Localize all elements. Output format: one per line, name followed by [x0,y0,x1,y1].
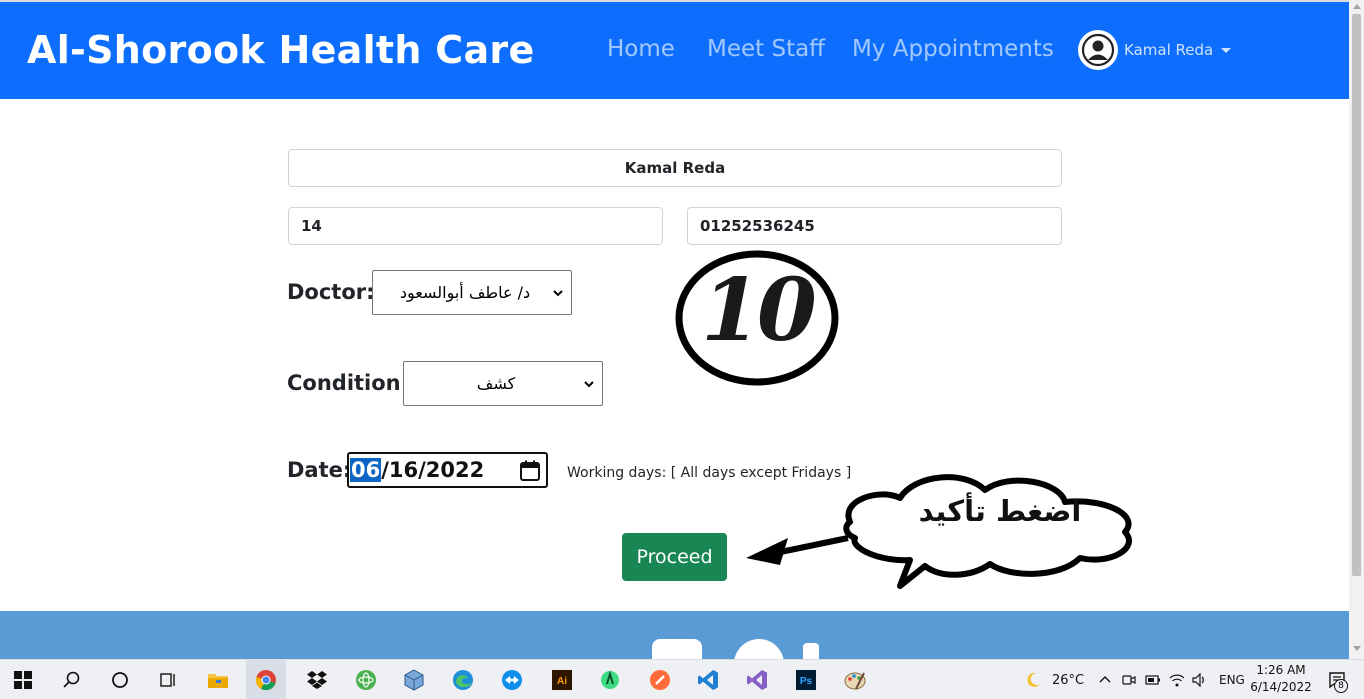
notification-count-badge: 8 [1334,679,1348,693]
patient-age-field[interactable]: 14 [288,207,663,245]
chevron-down-icon [584,381,594,388]
task-view-icon[interactable] [148,660,188,699]
proceed-button[interactable]: Proceed [622,533,727,581]
patient-phone-field[interactable]: 01252536245 [687,207,1062,245]
patient-name-field[interactable]: Kamal Reda [288,149,1062,187]
visual-studio-icon[interactable] [737,660,777,699]
nav-link-my-appointments[interactable]: My Appointments [852,36,1054,62]
teamviewer-icon[interactable] [492,660,532,699]
social-icon-partial[interactable] [803,643,819,659]
file-explorer-icon[interactable] [198,660,238,699]
search-icon[interactable] [52,660,92,699]
nav-link-meet-staff[interactable]: Meet Staff [707,36,825,62]
box-icon[interactable] [394,660,434,699]
volume-icon[interactable] [1190,660,1210,699]
weather-moon-icon[interactable] [1013,660,1053,699]
date-label: Date: [287,458,352,482]
navbar: Al-Shorook Health Care Home Meet Staff M… [0,2,1349,99]
svg-text:Ps: Ps [800,676,813,687]
scroll-thumb[interactable] [1352,14,1361,576]
start-icon[interactable] [3,660,43,699]
patient-phone-value: 01252536245 [700,217,815,235]
facebook-icon[interactable] [652,639,702,659]
user-menu[interactable]: Kamal Reda [1078,30,1232,70]
date-input[interactable]: 06/16/2022 [347,452,548,488]
patient-age-value: 14 [301,217,322,235]
doctor-label: Doctor: [287,280,375,304]
condition-label: Condition: [287,371,410,395]
vscode-icon[interactable] [688,660,728,699]
android-studio-icon[interactable] [590,660,630,699]
social-icon[interactable] [734,639,784,659]
battery-icon[interactable] [1143,660,1163,699]
scroll-down-arrow-icon[interactable] [1353,646,1361,651]
scroll-up-arrow-icon[interactable] [1353,4,1361,9]
language-indicator[interactable]: ENG [1219,673,1245,687]
date-month-segment[interactable]: 06 [350,458,382,482]
atom-icon[interactable] [346,660,386,699]
windows-taskbar: Ai Ps 26°C ENG 1:26 AM 6/14/2022 8 [0,659,1364,699]
user-name: Kamal Reda [1124,41,1214,59]
paint-icon[interactable] [835,660,875,699]
clock[interactable]: 1:26 AM 6/14/2022 [1250,662,1312,696]
cortana-icon[interactable] [100,660,140,699]
edge-icon[interactable] [443,660,483,699]
page-scrollbar[interactable] [1349,0,1364,659]
condition-select[interactable]: كشف [403,361,603,406]
meet-now-icon[interactable] [1119,660,1139,699]
step-number: 10 [701,260,817,361]
svg-text:Ai: Ai [557,676,567,687]
patient-name-value: Kamal Reda [624,159,726,177]
chevron-down-icon [553,290,563,297]
user-avatar-icon [1078,30,1118,70]
nav-link-home[interactable]: Home [607,36,675,62]
condition-selected-value: كشف [476,374,516,393]
callout-text: اضغط تأكيد [918,494,1082,528]
illustrator-icon[interactable]: Ai [542,660,582,699]
brand-title[interactable]: Al-Shorook Health Care [27,28,535,72]
date-day-year-segment[interactable]: /16/2022 [381,458,484,482]
clock-date: 6/14/2022 [1250,680,1312,694]
weather-temperature[interactable]: 26°C [1052,673,1084,688]
doctor-select[interactable]: د/ عاطف أبوالسعود [372,270,572,315]
doctor-selected-value: د/ عاطف أبوالسعود [399,283,531,302]
chevron-down-icon [1221,47,1232,53]
calendar-icon[interactable] [519,460,541,482]
clock-time: 1:26 AM [1256,663,1306,677]
page: Al-Shorook Health Care Home Meet Staff M… [0,0,1364,699]
footer [0,611,1349,659]
dropbox-icon[interactable] [297,660,337,699]
chevron-up-icon[interactable] [1095,660,1115,699]
wifi-icon[interactable] [1167,660,1187,699]
photoshop-icon[interactable]: Ps [786,660,826,699]
chrome-icon[interactable] [246,660,286,699]
postman-icon[interactable] [640,660,680,699]
